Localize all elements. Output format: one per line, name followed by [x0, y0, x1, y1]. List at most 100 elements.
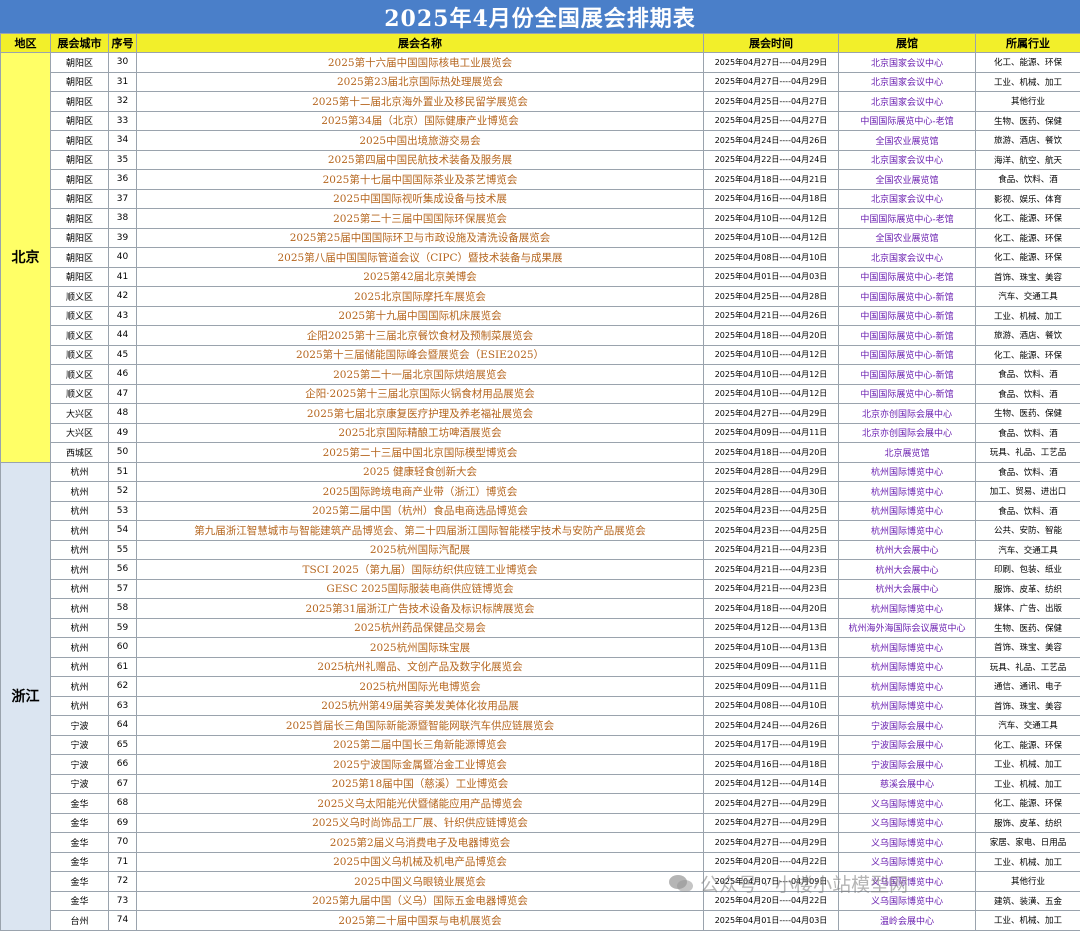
exhibition-name-cell: 2025首届长三角国际新能源暨智能网联汽车供应链展览会: [137, 716, 704, 736]
table-row: 朝阳区322025第十二届北京海外置业及移民留学展览会2025年04月25日--…: [1, 92, 1080, 112]
industry-cell: 食品、饮料、酒: [976, 365, 1080, 385]
industry-cell: 家居、家电、日用品: [976, 833, 1080, 853]
industry-cell: 工业、机械、加工: [976, 911, 1080, 931]
city-cell: 朝阳区: [51, 170, 109, 190]
number-cell: 63: [109, 696, 137, 716]
venue-cell: 北京国家会议中心: [839, 189, 976, 209]
date-cell: 2025年04月18日----04月20日: [704, 326, 839, 346]
city-cell: 金华: [51, 852, 109, 872]
date-cell: 2025年04月25日----04月27日: [704, 92, 839, 112]
date-cell: 2025年04月27日----04月29日: [704, 813, 839, 833]
number-cell: 67: [109, 774, 137, 794]
exhibition-name-cell: 2025第二届中国（杭州）食品电商选品博览会: [137, 501, 704, 521]
venue-cell: 慈溪会展中心: [839, 774, 976, 794]
date-cell: 2025年04月12日----04月14日: [704, 774, 839, 794]
date-cell: 2025年04月21日----04月23日: [704, 540, 839, 560]
city-cell: 杭州: [51, 677, 109, 697]
venue-cell: 杭州国际博览中心: [839, 696, 976, 716]
number-cell: 44: [109, 326, 137, 346]
industry-cell: 其他行业: [976, 872, 1080, 892]
industry-cell: 工业、机械、加工: [976, 755, 1080, 775]
industry-cell: 食品、饮料、酒: [976, 501, 1080, 521]
city-cell: 杭州: [51, 540, 109, 560]
date-cell: 2025年04月20日----04月22日: [704, 852, 839, 872]
table-row: 金华722025中国义乌眼镜业展览会2025年04月07日----04月09日义…: [1, 872, 1080, 892]
industry-cell: 食品、饮料、酒: [976, 170, 1080, 190]
table-row: 顺义区47企阳·2025第十三届北京国际火锅食材用品展览会2025年04月10日…: [1, 384, 1080, 404]
table-header-row: 地区 展会城市 序号 展会名称 展会时间 展馆 所属行业: [1, 34, 1080, 53]
number-cell: 66: [109, 755, 137, 775]
industry-cell: 加工、贸易、进出口: [976, 482, 1080, 502]
date-cell: 2025年04月09日----04月11日: [704, 657, 839, 677]
venue-cell: 杭州国际博览中心: [839, 482, 976, 502]
number-cell: 45: [109, 345, 137, 365]
city-cell: 朝阳区: [51, 189, 109, 209]
date-cell: 2025年04月23日----04月25日: [704, 521, 839, 541]
exhibition-name-cell: 2025杭州国际珠宝展: [137, 638, 704, 658]
number-cell: 65: [109, 735, 137, 755]
date-cell: 2025年04月23日----04月25日: [704, 501, 839, 521]
table-row: 朝阳区412025第42届北京美博会2025年04月01日----04月03日中…: [1, 267, 1080, 287]
venue-cell: 宁波国际会展中心: [839, 716, 976, 736]
exhibition-name-cell: 2025第十六届中国国际核电工业展览会: [137, 53, 704, 73]
date-cell: 2025年04月21日----04月23日: [704, 560, 839, 580]
industry-cell: 服饰、皮革、纺织: [976, 579, 1080, 599]
industry-cell: 食品、饮料、酒: [976, 423, 1080, 443]
number-cell: 57: [109, 579, 137, 599]
exhibition-name-cell: 2025第八届中国国际管道会议（CIPC）暨技术装备与成果展: [137, 248, 704, 268]
exhibition-name-cell: 2025北京国际精酿工坊啤酒展览会: [137, 423, 704, 443]
industry-cell: 旅游、酒店、餐饮: [976, 131, 1080, 151]
city-cell: 杭州: [51, 579, 109, 599]
exhibition-name-cell: 2025杭州药品保健品交易会: [137, 618, 704, 638]
table-row: 宁波672025第18届中国（慈溪）工业博览会2025年04月12日----04…: [1, 774, 1080, 794]
exhibition-name-cell: 2025义乌时尚饰品工厂展、针织供应链博览会: [137, 813, 704, 833]
number-cell: 43: [109, 306, 137, 326]
table-row: 杭州632025杭州第49届美容美发美体化妆用品展2025年04月08日----…: [1, 696, 1080, 716]
exhibition-name-cell: 企阳·2025第十三届北京国际火锅食材用品展览会: [137, 384, 704, 404]
table-row: 顺义区44企阳2025第十三届北京餐饮食材及预制菜展览会2025年04月18日-…: [1, 326, 1080, 346]
city-cell: 顺义区: [51, 306, 109, 326]
date-cell: 2025年04月21日----04月23日: [704, 579, 839, 599]
number-cell: 59: [109, 618, 137, 638]
number-cell: 58: [109, 599, 137, 619]
table-row: 杭州622025杭州国际光电博览会2025年04月09日----04月11日杭州…: [1, 677, 1080, 697]
venue-cell: 义乌国际博览中心: [839, 794, 976, 814]
city-cell: 朝阳区: [51, 72, 109, 92]
venue-cell: 全国农业展览馆: [839, 131, 976, 151]
exhibition-name-cell: 企阳2025第十三届北京餐饮食材及预制菜展览会: [137, 326, 704, 346]
date-cell: 2025年04月25日----04月27日: [704, 111, 839, 131]
exhibition-name-cell: 2025杭州第49届美容美发美体化妆用品展: [137, 696, 704, 716]
city-cell: 宁波: [51, 735, 109, 755]
venue-cell: 杭州国际博览中心: [839, 657, 976, 677]
city-cell: 杭州: [51, 482, 109, 502]
table-row: 朝阳区392025第25届中国国际环卫与市政设施及清洗设备展览会2025年04月…: [1, 228, 1080, 248]
table-row: 杭州57GESC 2025国际服装电商供应链博览会2025年04月21日----…: [1, 579, 1080, 599]
exhibition-name-cell: 2025中国国际视听集成设备与技术展: [137, 189, 704, 209]
number-cell: 41: [109, 267, 137, 287]
venue-cell: 中国国际展览中心-新馆: [839, 326, 976, 346]
number-cell: 39: [109, 228, 137, 248]
exhibition-table: 地区 展会城市 序号 展会名称 展会时间 展馆 所属行业 北京朝阳区302025…: [0, 33, 1080, 931]
number-cell: 50: [109, 443, 137, 463]
industry-cell: 汽车、交通工具: [976, 287, 1080, 307]
venue-cell: 全国农业展览馆: [839, 228, 976, 248]
number-cell: 70: [109, 833, 137, 853]
industry-cell: 化工、能源、环保: [976, 735, 1080, 755]
date-cell: 2025年04月27日----04月29日: [704, 72, 839, 92]
date-cell: 2025年04月10日----04月12日: [704, 228, 839, 248]
industry-cell: 建筑、装潢、五金: [976, 891, 1080, 911]
table-row: 杭州582025第31届浙江广告技术设备及标识标牌展览会2025年04月18日-…: [1, 599, 1080, 619]
date-cell: 2025年04月22日----04月24日: [704, 150, 839, 170]
number-cell: 49: [109, 423, 137, 443]
date-cell: 2025年04月10日----04月12日: [704, 365, 839, 385]
date-cell: 2025年04月25日----04月28日: [704, 287, 839, 307]
table-row: 金华712025中国义乌机械及机电产品博览会2025年04月20日----04月…: [1, 852, 1080, 872]
city-cell: 顺义区: [51, 287, 109, 307]
table-row: 朝阳区402025第八届中国国际管道会议（CIPC）暨技术装备与成果展2025年…: [1, 248, 1080, 268]
venue-cell: 杭州国际博览中心: [839, 521, 976, 541]
exhibition-name-cell: 2025第31届浙江广告技术设备及标识标牌展览会: [137, 599, 704, 619]
header-exhibition-name: 展会名称: [137, 34, 704, 53]
date-cell: 2025年04月16日----04月18日: [704, 189, 839, 209]
date-cell: 2025年04月21日----04月26日: [704, 306, 839, 326]
industry-cell: 首饰、珠宝、美容: [976, 267, 1080, 287]
